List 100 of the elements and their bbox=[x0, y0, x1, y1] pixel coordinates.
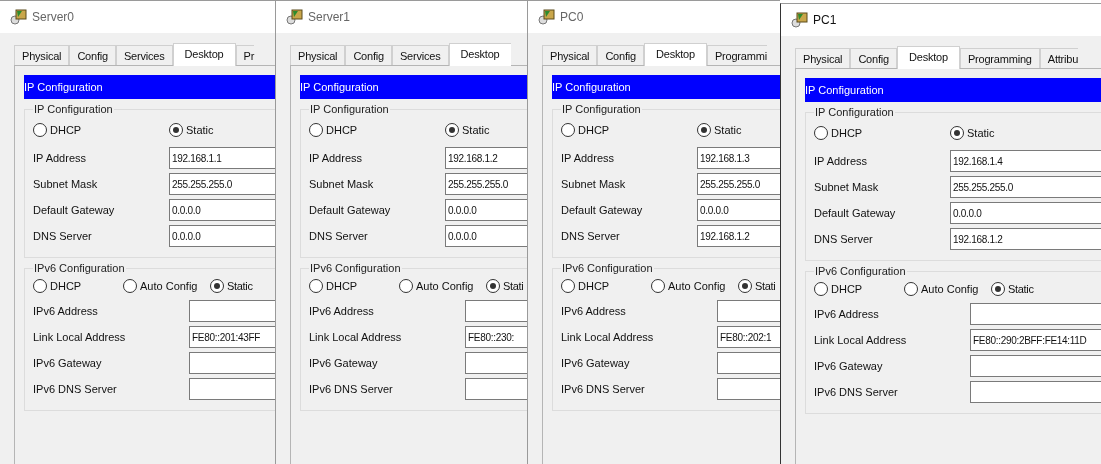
tab[interactable]: Programmi bbox=[706, 45, 767, 65]
input-field[interactable]: 255.255.255.0 bbox=[950, 176, 1101, 198]
section-header: IP Configuration bbox=[805, 78, 1101, 102]
field-label: DNS Server bbox=[814, 233, 874, 245]
field-label: DNS Server bbox=[33, 230, 93, 242]
field-label: Link Local Address bbox=[814, 334, 908, 346]
tab[interactable]: Services bbox=[116, 45, 173, 65]
tab[interactable]: Physical bbox=[795, 48, 851, 68]
input-field[interactable]: 0.0.0.0 bbox=[169, 225, 275, 247]
radio-option[interactable]: Auto Config bbox=[904, 282, 991, 296]
tab[interactable]: Desktop bbox=[644, 43, 707, 66]
tab[interactable]: Attribu bbox=[1039, 48, 1079, 68]
field-label: IPv6 DNS Server bbox=[814, 386, 899, 398]
input-field[interactable]: FE80::290:2BFF:FE14:11D bbox=[970, 329, 1101, 351]
section-header: IP Configuration bbox=[552, 75, 780, 99]
tab[interactable]: Physical bbox=[542, 45, 598, 65]
input-field[interactable]: 192.168.1.3 bbox=[697, 147, 780, 169]
field-label: Link Local Address bbox=[561, 331, 655, 343]
field-label: Subnet Mask bbox=[33, 178, 99, 190]
section-header: IP Configuration bbox=[300, 75, 527, 99]
field-label: IP Address bbox=[561, 152, 615, 164]
tab[interactable]: Desktop bbox=[448, 43, 511, 66]
radio-option[interactable]: Static bbox=[210, 279, 253, 293]
input-field[interactable]: 192.168.1.2 bbox=[950, 228, 1101, 250]
section-header: IP Configuration bbox=[24, 75, 275, 99]
radio-option[interactable]: DHCP bbox=[33, 279, 123, 293]
field-label: IPv6 Address bbox=[814, 308, 880, 320]
group-label: IPv6 Configuration bbox=[309, 262, 402, 274]
radio-option[interactable]: DHCP bbox=[561, 279, 651, 293]
radio-option[interactable]: DHCP bbox=[309, 279, 399, 293]
input-field[interactable]: 0.0.0.0 bbox=[445, 199, 527, 221]
radio-option[interactable]: DHCP bbox=[33, 123, 169, 137]
field-label: IPv6 Gateway bbox=[33, 357, 103, 369]
input-field[interactable]: 0.0.0.0 bbox=[169, 199, 275, 221]
input-field[interactable]: 192.168.1.2 bbox=[445, 147, 527, 169]
field-label: IPv6 Gateway bbox=[561, 357, 631, 369]
tab[interactable]: Config bbox=[345, 45, 392, 65]
radio-option[interactable]: Static bbox=[950, 126, 995, 140]
field-label: Subnet Mask bbox=[309, 178, 375, 190]
field-label: Default Gateway bbox=[814, 207, 897, 219]
radio-option[interactable]: Static bbox=[697, 123, 742, 137]
input-field[interactable]: 255.255.255.0 bbox=[697, 173, 780, 195]
input-field[interactable]: 0.0.0.0 bbox=[697, 199, 780, 221]
input-field[interactable] bbox=[970, 381, 1101, 403]
input-field[interactable]: FE80::202:1 bbox=[717, 326, 780, 348]
radio-option[interactable]: DHCP bbox=[309, 123, 445, 137]
input-field[interactable]: 192.168.1.4 bbox=[950, 150, 1101, 172]
tab[interactable]: Desktop bbox=[172, 43, 236, 66]
window-title: Server0 bbox=[32, 10, 75, 24]
window-title: PC0 bbox=[560, 10, 584, 24]
input-field[interactable]: 255.255.255.0 bbox=[169, 173, 275, 195]
field-label: IPv6 DNS Server bbox=[309, 383, 394, 395]
tab[interactable]: Programming bbox=[959, 48, 1040, 68]
radio-option[interactable]: DHCP bbox=[561, 123, 697, 137]
group-label: IP Configuration bbox=[309, 103, 390, 115]
field-label: Link Local Address bbox=[309, 331, 403, 343]
radio-option[interactable]: DHCP bbox=[814, 126, 950, 140]
input-field[interactable]: FE80::201:43FF bbox=[189, 326, 275, 348]
field-label: Default Gateway bbox=[561, 204, 644, 216]
tab[interactable]: Physical bbox=[290, 45, 346, 65]
tab[interactable]: Physical bbox=[14, 45, 70, 65]
field-label: IPv6 Address bbox=[309, 305, 375, 317]
group-label: IP Configuration bbox=[814, 106, 895, 118]
group-label: IP Configuration bbox=[33, 103, 114, 115]
field-label: Default Gateway bbox=[309, 204, 392, 216]
device-icon bbox=[286, 8, 304, 26]
device-icon bbox=[538, 8, 556, 26]
tab[interactable]: Config bbox=[850, 48, 897, 68]
input-field[interactable]: FE80::230: bbox=[465, 326, 527, 348]
field-label: Link Local Address bbox=[33, 331, 127, 343]
input-field[interactable]: 255.255.255.0 bbox=[445, 173, 527, 195]
tab[interactable]: Config bbox=[69, 45, 116, 65]
input-field[interactable]: 192.168.1.2 bbox=[697, 225, 780, 247]
radio-option[interactable]: Stati bbox=[738, 279, 776, 293]
field-label: Subnet Mask bbox=[561, 178, 627, 190]
input-field[interactable]: 0.0.0.0 bbox=[445, 225, 527, 247]
field-label: IPv6 DNS Server bbox=[561, 383, 646, 395]
group-label: IPv6 Configuration bbox=[561, 262, 654, 274]
radio-option[interactable]: Auto Config bbox=[399, 279, 486, 293]
tab[interactable]: Desktop bbox=[897, 46, 960, 69]
device-icon bbox=[791, 11, 809, 29]
tab[interactable]: Config bbox=[597, 45, 644, 65]
field-label: IP Address bbox=[309, 152, 363, 164]
radio-option[interactable]: Static bbox=[991, 282, 1034, 296]
input-field[interactable] bbox=[970, 355, 1101, 377]
radio-option[interactable]: Stati bbox=[486, 279, 524, 293]
field-label: IP Address bbox=[33, 152, 87, 164]
radio-option[interactable]: Auto Config bbox=[123, 279, 210, 293]
field-label: Default Gateway bbox=[33, 204, 116, 216]
tab[interactable]: Services bbox=[392, 45, 449, 65]
input-field[interactable]: 0.0.0.0 bbox=[950, 202, 1101, 224]
radio-option[interactable]: DHCP bbox=[814, 282, 904, 296]
radio-option[interactable]: Auto Config bbox=[651, 279, 738, 293]
radio-option[interactable]: Static bbox=[445, 123, 490, 137]
group-label: IPv6 Configuration bbox=[814, 265, 907, 277]
input-field[interactable]: 192.168.1.1 bbox=[169, 147, 275, 169]
input-field[interactable] bbox=[970, 303, 1101, 325]
radio-option[interactable]: Static bbox=[169, 123, 214, 137]
field-label: IPv6 Gateway bbox=[309, 357, 379, 369]
field-label: IP Address bbox=[814, 155, 868, 167]
